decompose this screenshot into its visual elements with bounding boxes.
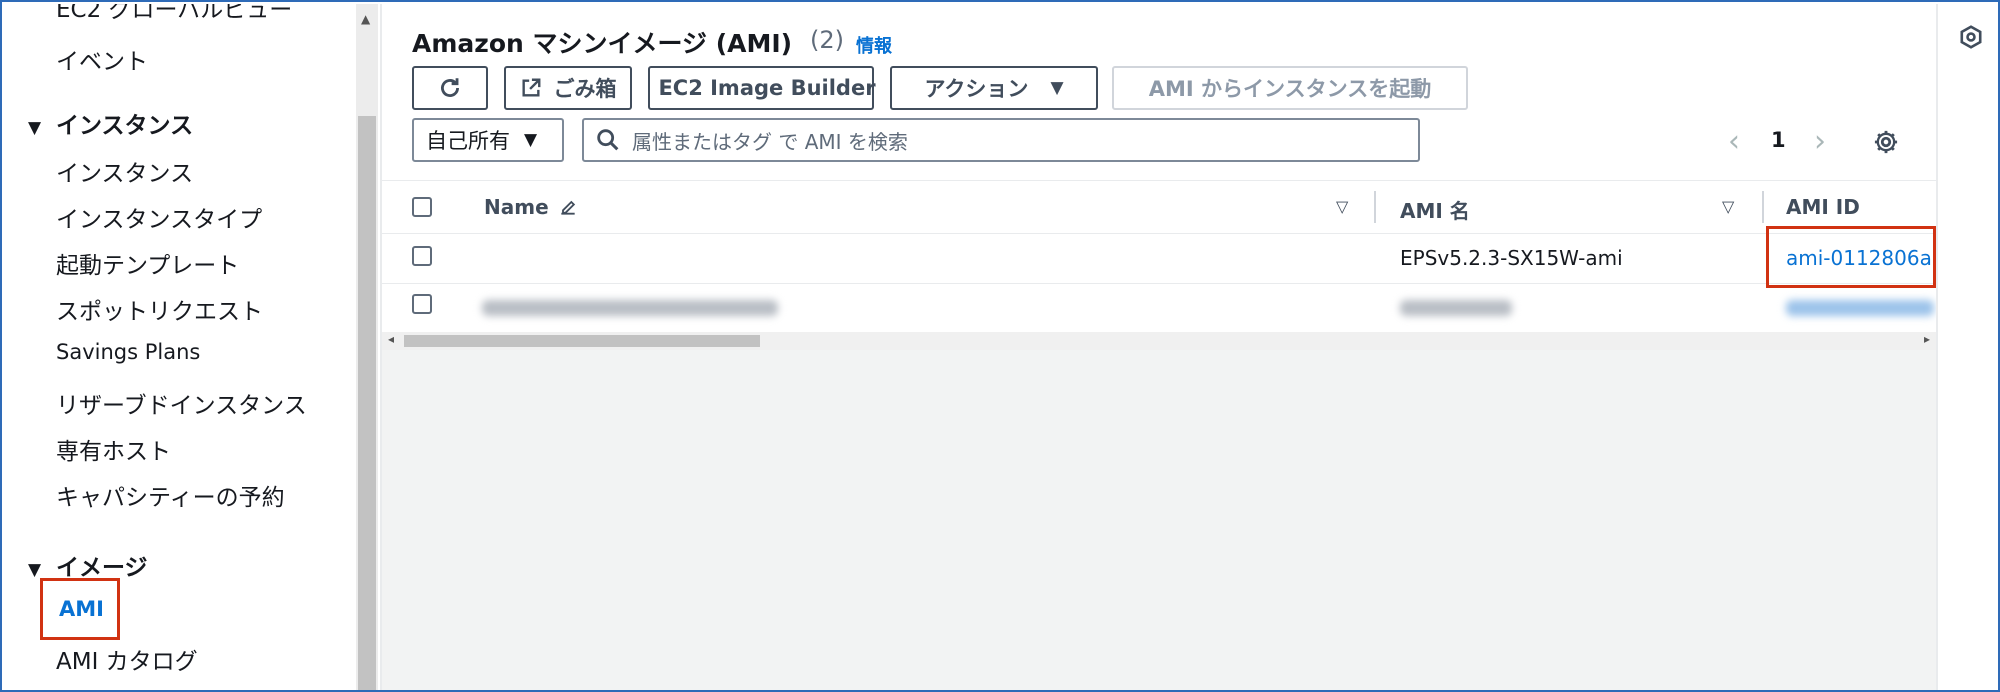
- redacted-name: [482, 300, 778, 316]
- sidebar-item-ami-highlight[interactable]: AMI: [40, 578, 120, 640]
- ownership-select[interactable]: 自己所有 ▼: [412, 118, 564, 162]
- sidebar-item-global-view[interactable]: EC2 グローバルビュー: [56, 4, 292, 24]
- page-title: Amazon マシンイメージ (AMI): [412, 29, 793, 58]
- scroll-right-icon[interactable]: ▸: [1924, 332, 1930, 346]
- sidebar-item-reserved-instances[interactable]: リザーブドインスタンス: [56, 386, 307, 420]
- sidebar-item-ami[interactable]: AMI: [59, 597, 104, 621]
- ami-count: (2): [810, 26, 844, 54]
- search-input[interactable]: 属性またはタグ で AMI を検索: [582, 118, 1420, 162]
- page-number[interactable]: 1: [1771, 128, 1786, 152]
- main-content: Amazon マシンイメージ (AMI) (2) 情報 ごみ箱 EC2 Imag…: [380, 4, 1938, 690]
- scroll-left-icon[interactable]: ◂: [388, 332, 394, 346]
- sidebar-scrollbar[interactable]: ▲: [356, 4, 378, 690]
- help-panel-icon[interactable]: [1958, 24, 1984, 50]
- image-builder-label: EC2 Image Builder: [658, 76, 876, 100]
- select-all-checkbox[interactable]: [412, 197, 432, 217]
- ami-name-cell: EPSv5.2.3-SX15W-ami: [1400, 246, 1623, 270]
- sidebar-section-instances[interactable]: ▼ インスタンス: [28, 106, 193, 140]
- ownership-value: 自己所有: [426, 129, 510, 153]
- redacted-ami-id: [1786, 300, 1934, 316]
- row-checkbox[interactable]: [412, 294, 432, 314]
- actions-label: アクション: [924, 77, 1029, 101]
- search-placeholder: 属性またはタグ で AMI を検索: [632, 129, 908, 154]
- ami-id-highlight: [1766, 226, 1936, 288]
- table-header: Name ▽ AMI 名 ▽ AMI ID: [382, 180, 1938, 234]
- refresh-icon: [441, 78, 459, 97]
- column-header-name[interactable]: Name: [484, 195, 549, 219]
- sort-icon[interactable]: ▽: [1336, 197, 1348, 216]
- gear-icon[interactable]: [1872, 128, 1900, 156]
- caret-down-icon: ▼: [1050, 78, 1064, 98]
- caret-down-icon: ▼: [28, 118, 42, 138]
- actions-button[interactable]: アクション ▼: [890, 66, 1098, 110]
- launch-instance-from-ami-button[interactable]: AMI からインスタンスを起動: [1112, 66, 1468, 110]
- column-header-ami-id[interactable]: AMI ID: [1786, 195, 1860, 219]
- sidebar-item-savings-plans[interactable]: Savings Plans: [56, 340, 200, 364]
- app-window: EC2 グローバルビュー イベント ▼ インスタンス インスタンス インスタンスタ…: [0, 0, 2000, 692]
- table-horizontal-scrollbar[interactable]: ◂ ▸: [382, 332, 1938, 350]
- sort-icon[interactable]: ▽: [1722, 197, 1734, 216]
- recycle-bin-button[interactable]: ごみ箱: [504, 66, 632, 110]
- table-row[interactable]: EPSv5.2.3-SX15W-ami ami-0112806a: [382, 234, 1938, 284]
- scroll-up-icon[interactable]: ▲: [361, 12, 370, 26]
- sidebar-item-spot-requests[interactable]: スポットリクエスト: [56, 292, 263, 326]
- sidebar-item-events[interactable]: イベント: [56, 42, 148, 76]
- ami-table-panel: Amazon マシンイメージ (AMI) (2) 情報 ごみ箱 EC2 Imag…: [382, 4, 1938, 350]
- refresh-button[interactable]: [412, 66, 488, 110]
- sidebar-item-ami-catalog[interactable]: AMI カタログ: [56, 642, 198, 676]
- sidebar-item-instances[interactable]: インスタンス: [56, 154, 193, 188]
- sidebar-item-capacity-reservations[interactable]: キャパシティーの予約: [56, 478, 285, 512]
- info-link[interactable]: 情報: [856, 32, 892, 58]
- sidebar-section-images[interactable]: ▼ イメージ: [28, 548, 148, 582]
- previous-page-icon[interactable]: ‹: [1728, 124, 1740, 159]
- column-divider[interactable]: [1762, 191, 1764, 223]
- next-page-icon[interactable]: ›: [1814, 124, 1826, 159]
- launch-instance-label: AMI からインスタンスを起動: [1148, 77, 1432, 101]
- external-link-icon: [521, 78, 540, 97]
- sidebar-item-dedicated-hosts[interactable]: 専有ホスト: [56, 432, 171, 466]
- scrollbar-thumb[interactable]: [404, 335, 760, 347]
- sidebar-item-launch-templates[interactable]: 起動テンプレート: [56, 246, 239, 280]
- edit-pencil-icon: [561, 200, 576, 215]
- caret-down-icon: ▼: [524, 130, 538, 150]
- right-rail: [1936, 4, 1998, 690]
- row-checkbox[interactable]: [412, 246, 432, 266]
- image-builder-button[interactable]: EC2 Image Builder: [648, 66, 876, 110]
- column-divider[interactable]: [1374, 191, 1376, 223]
- column-header-ami-name[interactable]: AMI 名: [1400, 195, 1470, 224]
- redacted-ami-name: [1400, 300, 1512, 316]
- table-row[interactable]: [382, 284, 1938, 330]
- sidebar-item-instance-types[interactable]: インスタンスタイプ: [56, 200, 262, 234]
- scrollbar-thumb[interactable]: [358, 116, 376, 690]
- search-icon: [597, 129, 619, 151]
- recycle-bin-label: ごみ箱: [553, 77, 617, 101]
- sidebar-nav: EC2 グローバルビュー イベント ▼ インスタンス インスタンス インスタンスタ…: [4, 4, 356, 690]
- caret-down-icon: ▼: [28, 560, 42, 580]
- sidebar-section-label: インスタンス: [56, 113, 194, 139]
